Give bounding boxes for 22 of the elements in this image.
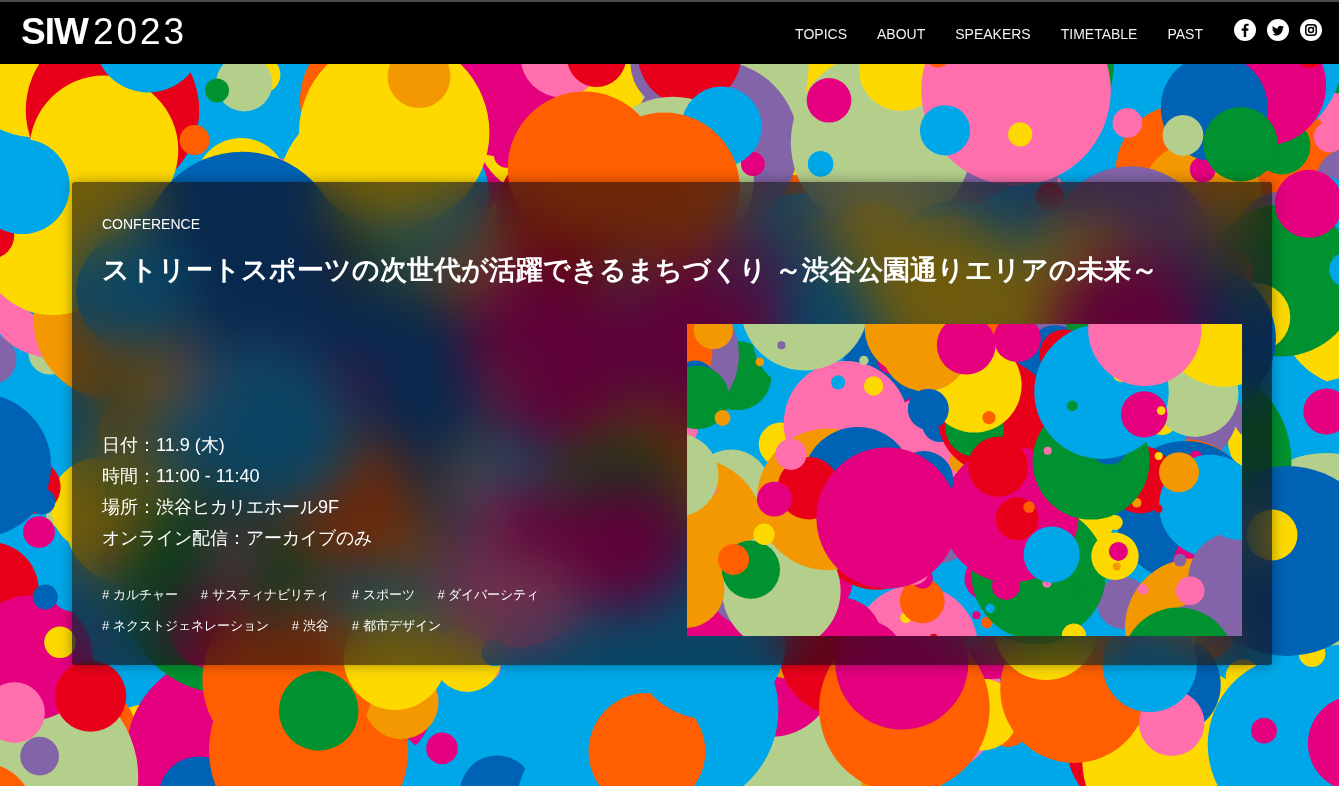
- event-detail: 場所：渋谷ヒカリエホール9F: [102, 496, 339, 519]
- event-detail: 日付：11.9 (木): [102, 434, 225, 457]
- site-logo[interactable]: SIW2023: [21, 10, 188, 54]
- nav-link[interactable]: ABOUT: [877, 24, 926, 44]
- tag-link[interactable]: # ダイバーシティ: [437, 585, 540, 605]
- tag-link[interactable]: # ネクストジェネレーション: [102, 616, 269, 636]
- tag-link[interactable]: # スポーツ: [351, 585, 415, 605]
- tag-link[interactable]: # サスティナビリティ: [200, 585, 329, 605]
- tag-link[interactable]: # 渋谷: [291, 616, 329, 636]
- nav-link[interactable]: PAST: [1167, 24, 1203, 44]
- twitter-bird-icon[interactable]: [1267, 19, 1289, 41]
- nav-link[interactable]: TIMETABLE: [1060, 24, 1138, 44]
- instagram-icon[interactable]: [1300, 19, 1322, 41]
- tag-link[interactable]: # カルチャー: [102, 585, 178, 605]
- event-detail: オンライン配信：アーカイブのみ: [102, 527, 372, 550]
- tag-link[interactable]: # 都市デザイン: [351, 616, 441, 636]
- nav-link[interactable]: SPEAKERS: [955, 24, 1031, 44]
- nav-link[interactable]: TOPICS: [795, 24, 847, 44]
- facebook-icon[interactable]: [1234, 19, 1256, 41]
- event-title: ストリートスポーツの次世代が活躍できるまちづくり ～渋谷公園通りエリアの未来～: [102, 254, 1158, 287]
- event-detail: 時間：11:00 - 11:40: [102, 465, 260, 488]
- category-label: CONFERENCE: [102, 215, 200, 234]
